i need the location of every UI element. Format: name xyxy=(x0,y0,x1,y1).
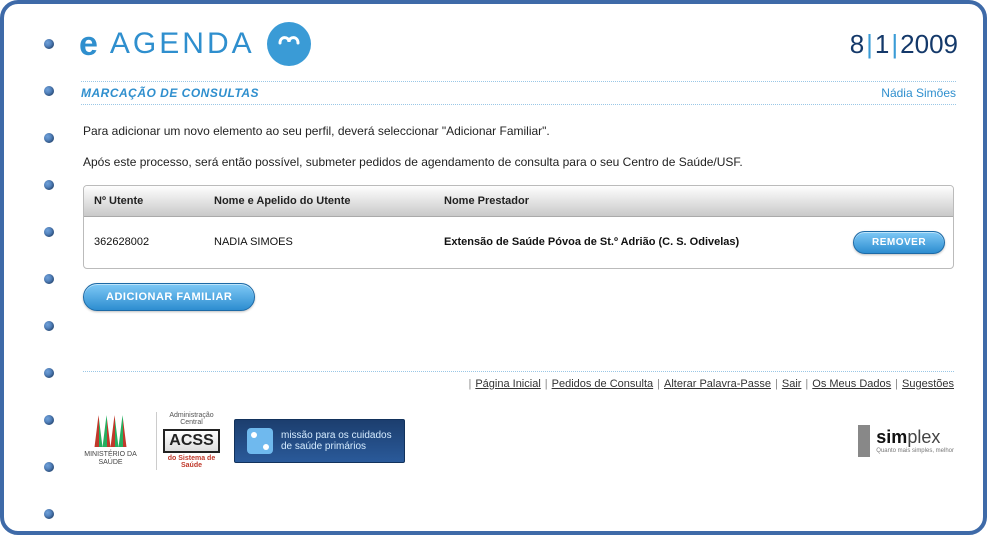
simplex-sub: Quanto mais simples, melhor xyxy=(876,448,954,454)
add-familiar-button[interactable]: ADICIONAR FAMILIAR xyxy=(83,283,255,311)
th-prestador: Nome Prestador xyxy=(434,186,843,216)
logo-text: AGENDA xyxy=(110,27,255,61)
binder-holes xyxy=(44,39,54,519)
table-header-row: Nº Utente Nome e Apelido do Utente Nome … xyxy=(84,186,953,217)
section-title: MARCAÇÃO DE CONSULTAS xyxy=(81,86,259,100)
logo-acss: Administração Central ACSS do Sistema de… xyxy=(156,412,216,470)
acss-top: Administração Central xyxy=(167,412,216,427)
cell-nome: NADIA SIMOES xyxy=(204,236,434,248)
ministerio-label: MINISTÉRIO DA SAÚDE xyxy=(83,451,138,466)
logo-ministerio-saude: MINISTÉRIO DA SAÚDE xyxy=(83,415,138,466)
acss-main: ACSS xyxy=(163,429,219,453)
nav-sugestoes[interactable]: Sugestões xyxy=(902,378,954,390)
mcsp-icon xyxy=(247,428,273,454)
acss-sub: do Sistema de Saúde xyxy=(167,455,216,470)
utentes-table: Nº Utente Nome e Apelido do Utente Nome … xyxy=(83,185,954,269)
logo-simplex: simplex Quanto mais simples, melhor xyxy=(858,425,954,457)
logo-mcsp: missão para os cuidados de saúde primári… xyxy=(234,419,405,463)
footer-logos: MINISTÉRIO DA SAÚDE Administração Centra… xyxy=(83,412,954,470)
th-actions xyxy=(843,186,953,216)
nav-pagina-inicial[interactable]: Página Inicial xyxy=(475,378,540,390)
simplex-icon xyxy=(858,425,870,457)
th-nome: Nome e Apelido do Utente xyxy=(204,186,434,216)
current-user-name: Nádia Simões xyxy=(881,86,956,100)
nav-sair[interactable]: Sair xyxy=(782,378,802,390)
th-utente: Nº Utente xyxy=(84,186,204,216)
ministerio-icon xyxy=(91,415,131,447)
intro-line-2: Após este processo, será então possível,… xyxy=(83,154,954,171)
logo-heart-icon xyxy=(267,22,311,66)
cell-prestador: Extensão de Saúde Póvoa de St.º Adrião (… xyxy=(434,236,843,248)
date-day: 8 xyxy=(850,29,864,59)
intro-line-1: Para adicionar um novo elemento ao seu p… xyxy=(83,123,954,140)
simplex-word: simplex xyxy=(876,427,940,447)
mcsp-line2: de saúde primários xyxy=(281,441,392,452)
cell-utente: 362628002 xyxy=(84,236,204,248)
mcsp-line1: missão para os cuidados xyxy=(281,430,392,441)
nav-os-meus-dados[interactable]: Os Meus Dados xyxy=(812,378,891,390)
section-bar: MARCAÇÃO DE CONSULTAS Nádia Simões xyxy=(81,81,956,105)
date-month: 1 xyxy=(875,29,889,59)
remove-button[interactable]: REMOVER xyxy=(853,231,945,254)
table-row: 362628002 NADIA SIMOES Extensão de Saúde… xyxy=(84,217,953,268)
date-year: 2009 xyxy=(900,29,958,59)
nav-alterar-palavra-passe[interactable]: Alterar Palavra-Passe xyxy=(664,378,771,390)
app-logo: e AGENDA xyxy=(79,22,311,66)
nav-pedidos-consulta[interactable]: Pedidos de Consulta xyxy=(552,378,654,390)
footer-nav: |Página Inicial |Pedidos de Consulta |Al… xyxy=(83,371,954,390)
page-header: e AGENDA 8|1|2009 xyxy=(79,22,958,81)
current-date: 8|1|2009 xyxy=(850,29,958,60)
logo-e-mark: e xyxy=(79,25,98,64)
